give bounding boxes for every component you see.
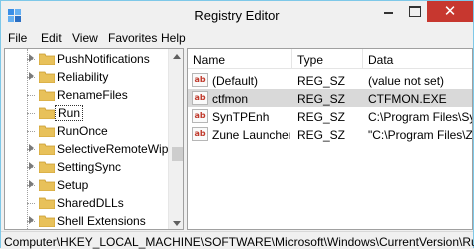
tree-item-label: Run: [55, 105, 84, 121]
folder-icon: [39, 107, 55, 119]
tree-connector: [27, 95, 35, 96]
maximize-button[interactable]: [401, 1, 427, 22]
value-name: SynTPEnh: [212, 110, 270, 124]
expand-arrow-icon[interactable]: [29, 54, 34, 62]
value-row[interactable]: ab Zune Launcher REG_SZ "C:\Program Files\Z…: [188, 125, 473, 143]
value-type: REG_SZ: [297, 110, 346, 124]
close-button[interactable]: ✕: [427, 1, 473, 22]
folder-icon: [39, 53, 55, 65]
tree-connector: [27, 131, 35, 132]
tree-item-label: SettingSync: [57, 160, 122, 174]
string-value-icon: ab: [192, 109, 208, 123]
scroll-up-icon[interactable]: [173, 54, 181, 59]
value-name: Zune Launcher: [212, 128, 290, 142]
folder-icon: [39, 143, 55, 155]
value-data: CTFMON.EXE: [368, 92, 447, 106]
value-row[interactable]: ab (Default) REG_SZ (value not set): [188, 71, 472, 89]
menu-help[interactable]: Help: [158, 31, 189, 45]
value-name: (Default): [212, 74, 259, 88]
tree-item-label: Shell Extensions: [57, 214, 146, 228]
expand-arrow-icon[interactable]: [29, 180, 34, 188]
key-path: Computer\HKEY_LOCAL_MACHINE\SOFTWARE\Mic…: [4, 235, 474, 249]
menu-bar: File Edit View Favorites Help: [1, 29, 473, 47]
tree-item[interactable]: SelectiveRemoteWipe: [27, 141, 176, 157]
expand-arrow-icon[interactable]: [29, 72, 34, 80]
expand-arrow-icon[interactable]: [29, 144, 34, 152]
value-type: REG_SZ: [297, 128, 346, 142]
menu-file[interactable]: File: [5, 31, 30, 45]
value-type: REG_SZ: [297, 92, 346, 106]
minimize-button[interactable]: [375, 1, 401, 22]
menu-favorites[interactable]: Favorites: [105, 31, 160, 45]
scroll-down-icon[interactable]: [173, 221, 181, 226]
status-bar: Computer\HKEY_LOCAL_MACHINE\SOFTWARE\Mic…: [1, 231, 474, 249]
title-bar[interactable]: Registry Editor ✕: [1, 1, 473, 29]
close-icon: ✕: [443, 2, 457, 20]
value-data: "C:\Program Files\Zune\ZuneLauncher.exe": [368, 128, 473, 142]
tree-item-label: SharedDLLs: [57, 196, 124, 210]
tree-item[interactable]: RenameFiles: [27, 87, 173, 103]
scroll-thumb[interactable]: [172, 147, 183, 161]
tree-item-label: RunOnce: [57, 124, 108, 138]
folder-icon: [39, 89, 55, 101]
menu-view[interactable]: View: [69, 31, 101, 45]
column-name[interactable]: Name: [188, 49, 292, 69]
expand-arrow-icon[interactable]: [29, 162, 34, 170]
tree-connector: [27, 113, 35, 114]
tree-item-label: SelectiveRemoteWipe: [57, 142, 176, 156]
value-name: ctfmon: [212, 92, 249, 106]
tree-item-label: PushNotifications: [57, 52, 150, 66]
folder-icon: [39, 161, 55, 173]
folder-icon: [39, 71, 55, 83]
value-data: (value not set): [368, 74, 445, 88]
tree-item[interactable]: RunOnce: [27, 123, 173, 139]
string-value-icon: ab: [192, 127, 208, 141]
folder-icon: [39, 125, 55, 137]
registry-editor-window: Registry Editor ✕ File Edit View Favorit…: [0, 0, 474, 249]
values-list[interactable]: Name Type Data ab (Default) REG_SZ (value n…: [187, 48, 473, 230]
tree-item[interactable]: Shell Extensions: [27, 213, 173, 229]
menu-edit[interactable]: Edit: [38, 31, 65, 45]
list-header: Name Type Data: [188, 49, 472, 69]
column-type[interactable]: Type: [292, 49, 363, 69]
tree-item[interactable]: PushNotifications: [27, 51, 173, 67]
folder-icon: [39, 197, 55, 209]
string-value-icon: ab: [192, 91, 208, 105]
tree-item[interactable]: Reliability: [27, 69, 173, 85]
folder-icon: [39, 179, 55, 191]
key-tree[interactable]: PushNotifications Reliability RenameFiles R…: [4, 48, 184, 230]
tree-scrollbar[interactable]: [168, 49, 183, 229]
value-data: C:\Program Files\Synaptics: [368, 110, 472, 124]
tree-item[interactable]: Setup: [27, 177, 173, 193]
value-type: REG_SZ: [297, 74, 346, 88]
string-value-icon: ab: [192, 73, 208, 87]
expand-arrow-icon[interactable]: [29, 216, 34, 224]
tree-item-label: Reliability: [57, 70, 109, 84]
tree-connector: [27, 203, 35, 204]
tree-item-label: Setup: [57, 178, 89, 192]
tree-item-label: RenameFiles: [57, 88, 128, 102]
tree-item[interactable]: Run: [27, 105, 173, 121]
value-row[interactable]: ab SynTPEnh REG_SZ C:\Program Files\Synapti…: [188, 107, 472, 125]
tree-item[interactable]: SettingSync: [27, 159, 173, 175]
column-data[interactable]: Data: [363, 49, 472, 69]
tree-item[interactable]: SharedDLLs: [27, 195, 173, 211]
value-row[interactable]: ab ctfmon REG_SZ CTFMON.EXE: [188, 89, 472, 107]
folder-icon: [39, 215, 55, 227]
